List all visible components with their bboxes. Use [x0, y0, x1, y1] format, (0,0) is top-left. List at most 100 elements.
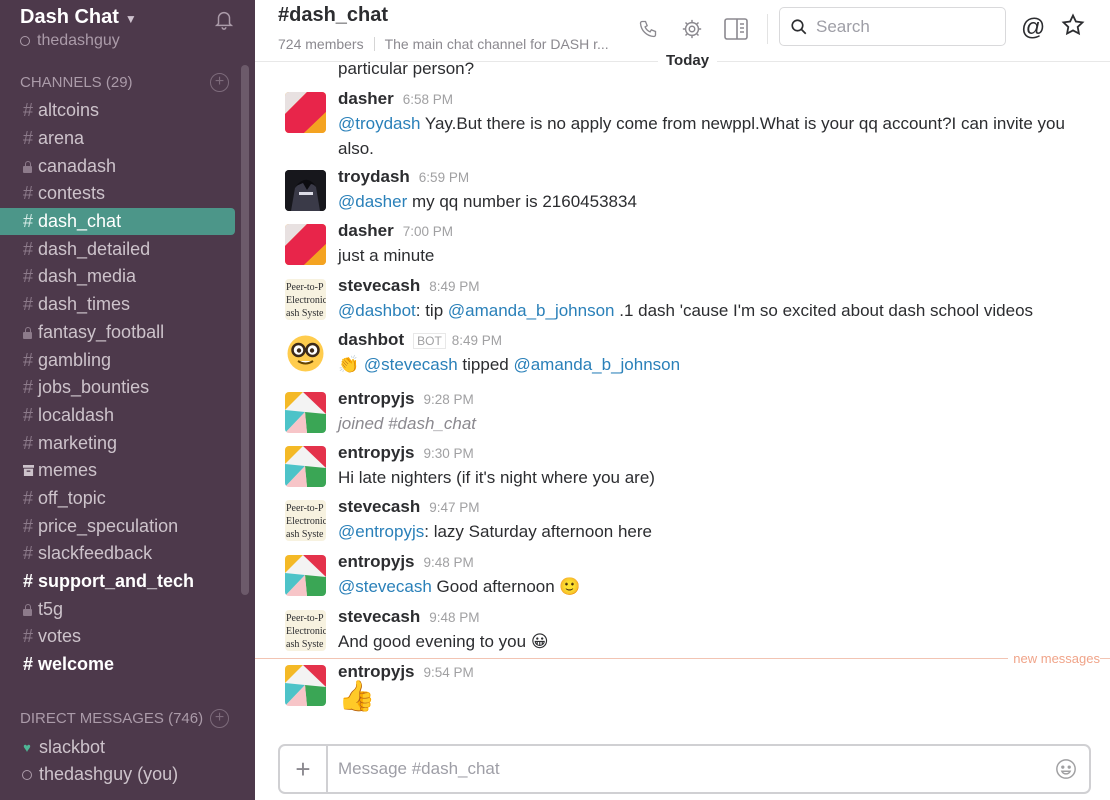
user-mention-link[interactable]: @entropyjs [338, 522, 424, 541]
message-timestamp[interactable]: 6:58 PM [403, 92, 453, 107]
message-timestamp[interactable]: 7:00 PM [403, 224, 453, 239]
avatar[interactable] [285, 92, 326, 133]
user-mention-link[interactable]: @stevecash [338, 577, 432, 596]
sidebar-channel-t5g[interactable]: t5g [0, 595, 255, 623]
user-mention-link[interactable]: @troydash [338, 114, 420, 133]
message-timestamp[interactable]: 8:49 PM [429, 279, 479, 294]
dm-section-header[interactable]: DIRECT MESSAGES (746) + [0, 706, 255, 730]
message-author[interactable]: dashbot [338, 330, 404, 350]
sidebar-channel-welcome[interactable]: # welcome [0, 651, 255, 679]
message-text-span: .1 dash 'cause I'm so excited about dash… [614, 301, 1034, 320]
sidebar-channel-contests[interactable]: # contests [0, 180, 255, 208]
message-timestamp[interactable]: 9:30 PM [424, 446, 474, 461]
avatar[interactable] [285, 224, 326, 265]
sidebar-channel-dash-detailed[interactable]: # dash_detailed [0, 235, 255, 263]
message-author[interactable]: stevecash [338, 276, 420, 296]
presence-away-icon [20, 36, 30, 46]
avatar[interactable] [285, 392, 326, 433]
message-author[interactable]: entropyjs [338, 552, 415, 572]
hash-icon: # [23, 404, 34, 425]
message-input[interactable] [328, 759, 1055, 779]
sidebar-channel-votes[interactable]: # votes [0, 623, 255, 651]
avatar[interactable] [285, 665, 326, 706]
message-timestamp[interactable]: 9:54 PM [424, 665, 474, 680]
avatar[interactable] [285, 555, 326, 596]
chevron-down-icon: ▼ [124, 11, 137, 26]
dm-item[interactable]: thedashguy (you) [0, 761, 255, 789]
team-header[interactable]: Dash Chat ▼ thedashguy [0, 0, 255, 62]
divider [373, 37, 375, 51]
message-author[interactable]: stevecash [338, 607, 420, 627]
add-dm-icon[interactable]: + [210, 708, 229, 728]
channel-name: memes [38, 460, 98, 481]
message-timestamp[interactable]: 9:47 PM [429, 500, 479, 515]
message-text: 👏 @stevecash tipped @amanda_b_johnson [338, 352, 1078, 377]
add-attachment-button[interactable]: + [280, 746, 328, 792]
channel-name: fantasy_football [38, 321, 165, 342]
hash-icon: # [23, 571, 34, 592]
mentions-icon[interactable]: @ [1021, 14, 1045, 42]
message-author[interactable]: entropyjs [338, 443, 415, 463]
avatar[interactable] [285, 446, 326, 487]
hash-icon: # [23, 211, 34, 232]
user-mention-link[interactable]: @amanda_b_johnson [448, 301, 615, 320]
star-icon[interactable] [1061, 13, 1085, 37]
user-mention-link[interactable]: @stevecash [364, 355, 458, 374]
user-mention-link[interactable]: @dashbot [338, 301, 416, 320]
more-icon[interactable]: ⋮ [1103, 7, 1110, 29]
message-timestamp[interactable]: 9:48 PM [429, 610, 479, 625]
avatar[interactable]: Peer-to-P Electronic ash Syste [285, 610, 326, 651]
sidebar-channel-jobs-bounties[interactable]: # jobs_bounties [0, 374, 255, 402]
channel-name: off_topic [38, 487, 106, 508]
dm-item[interactable]: ♥ slackbot [0, 733, 255, 761]
sidebar-channel-localdash[interactable]: # localdash [0, 402, 255, 430]
sidebar-channel-marketing[interactable]: # marketing [0, 429, 255, 457]
message-author[interactable]: dasher [338, 89, 394, 109]
emoji-icon[interactable] [1055, 758, 1077, 780]
message-timestamp[interactable]: 8:49 PM [452, 333, 502, 348]
bell-icon[interactable] [213, 7, 235, 31]
add-channel-icon[interactable]: + [210, 72, 229, 92]
sidebar-channel-fantasy-football[interactable]: fantasy_football [0, 319, 255, 347]
sidebar-channel-dash-chat[interactable]: # dash_chat [0, 207, 235, 236]
message-text: 👍 [338, 682, 1078, 712]
channels-count: (29) [105, 73, 133, 91]
channel-name: votes [38, 626, 82, 647]
member-count[interactable]: 724 members [278, 36, 364, 52]
search-box[interactable]: Search [779, 7, 1006, 46]
sidebar-channel-arena[interactable]: # arena [0, 125, 255, 153]
avatar[interactable]: Peer-to-P Electronic ash Syste [285, 279, 326, 320]
avatar[interactable] [285, 170, 326, 211]
hash-icon: # [23, 432, 34, 453]
channels-section-header[interactable]: CHANNELS (29) + [0, 70, 255, 94]
message-author[interactable]: entropyjs [338, 389, 415, 409]
user-mention-link[interactable]: @amanda_b_johnson [513, 355, 680, 374]
sidebar-toggle-icon[interactable] [723, 16, 749, 42]
message-timestamp[interactable]: 9:48 PM [424, 555, 474, 570]
current-user[interactable]: thedashguy [20, 32, 255, 50]
sidebar-channel-price-speculation[interactable]: # price_speculation [0, 512, 255, 540]
message-text-span: just a minute [338, 246, 435, 265]
message-timestamp[interactable]: 9:28 PM [424, 392, 474, 407]
message-timestamp[interactable]: 6:59 PM [419, 170, 469, 185]
message-author[interactable]: entropyjs [338, 662, 415, 682]
message-author[interactable]: stevecash [338, 497, 420, 517]
sidebar-channel-dash-times[interactable]: # dash_times [0, 291, 255, 319]
avatar[interactable]: Peer-to-P Electronic ash Syste [285, 500, 326, 541]
gear-icon[interactable] [679, 16, 705, 42]
user-mention-link[interactable]: @dasher [338, 192, 407, 211]
phone-icon[interactable] [635, 16, 661, 42]
sidebar-channel-slackfeedback[interactable]: # slackfeedback [0, 540, 255, 568]
sidebar-channel-altcoins[interactable]: # altcoins [0, 97, 255, 125]
avatar[interactable] [285, 333, 326, 374]
sidebar-channel-canadash[interactable]: canadash [0, 152, 255, 180]
sidebar-channel-support-and-tech[interactable]: # support_and_tech [0, 568, 255, 596]
message-author[interactable]: troydash [338, 167, 410, 187]
sidebar-channel-off-topic[interactable]: # off_topic [0, 485, 255, 513]
sidebar-channel-dash-media[interactable]: # dash_media [0, 263, 255, 291]
channel-name: jobs_bounties [38, 377, 150, 398]
hash-icon: # [23, 294, 34, 315]
sidebar-channel-gambling[interactable]: # gambling [0, 346, 255, 374]
sidebar-channel-memes[interactable]: memes [0, 457, 255, 485]
message-author[interactable]: dasher [338, 221, 394, 241]
